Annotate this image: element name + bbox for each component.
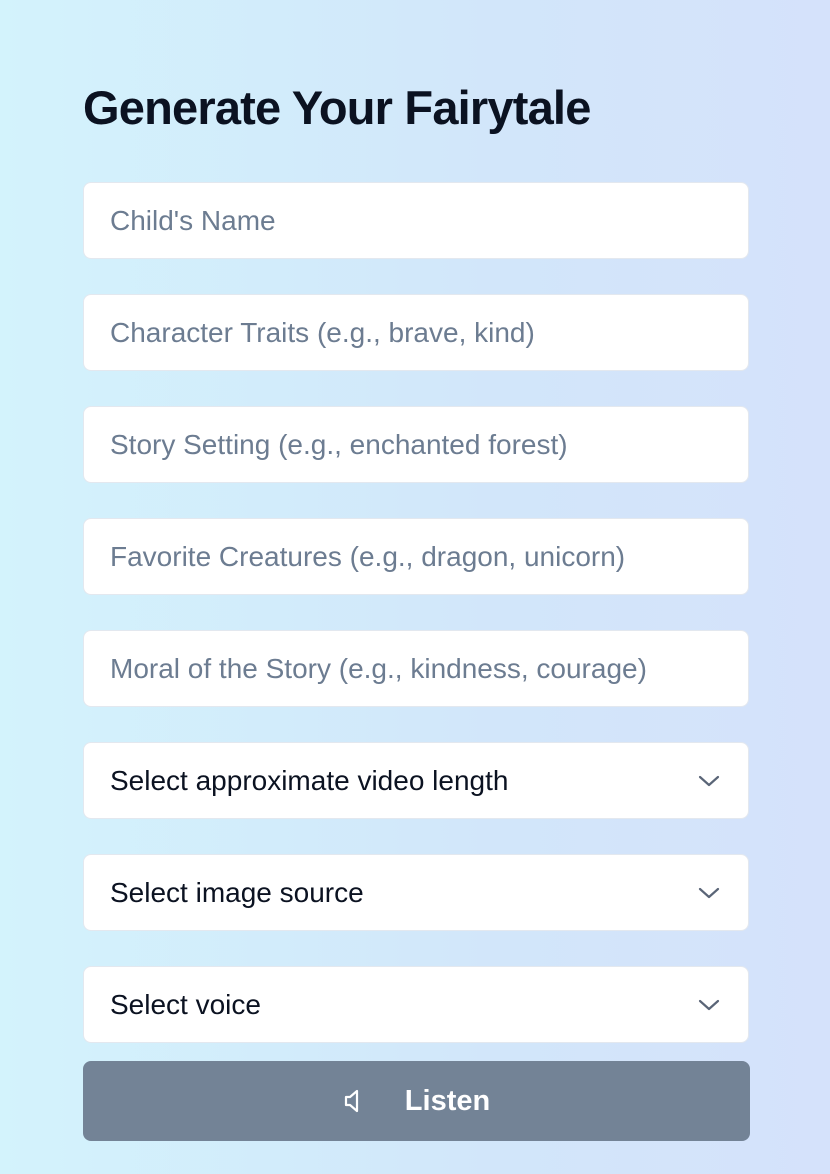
voice-select-value: Select voice (110, 988, 261, 1020)
video-length-select[interactable]: Select approximate video length (83, 742, 749, 819)
moral-of-story-input[interactable]: Moral of the Story (e.g., kindness, cour… (83, 630, 749, 707)
story-setting-input[interactable]: Story Setting (e.g., enchanted forest) (83, 406, 749, 483)
listen-button[interactable]: Listen (83, 1061, 750, 1141)
character-traits-input[interactable]: Character Traits (e.g., brave, kind) (83, 294, 749, 371)
speaker-icon (343, 1087, 367, 1115)
chevron-down-icon (696, 768, 722, 794)
page-title: Generate Your Fairytale (83, 81, 591, 134)
video-length-select-value: Select approximate video length (110, 764, 509, 796)
listen-button-label: Listen (404, 1084, 491, 1117)
voice-select[interactable]: Select voice (83, 966, 749, 1043)
image-source-select[interactable]: Select image source (83, 854, 749, 931)
image-source-select-value: Select image source (110, 876, 364, 908)
childs-name-input[interactable]: Child's Name (83, 182, 749, 259)
chevron-down-icon (696, 880, 722, 906)
favorite-creatures-input[interactable]: Favorite Creatures (e.g., dragon, unicor… (83, 518, 749, 595)
chevron-down-icon (696, 992, 722, 1018)
